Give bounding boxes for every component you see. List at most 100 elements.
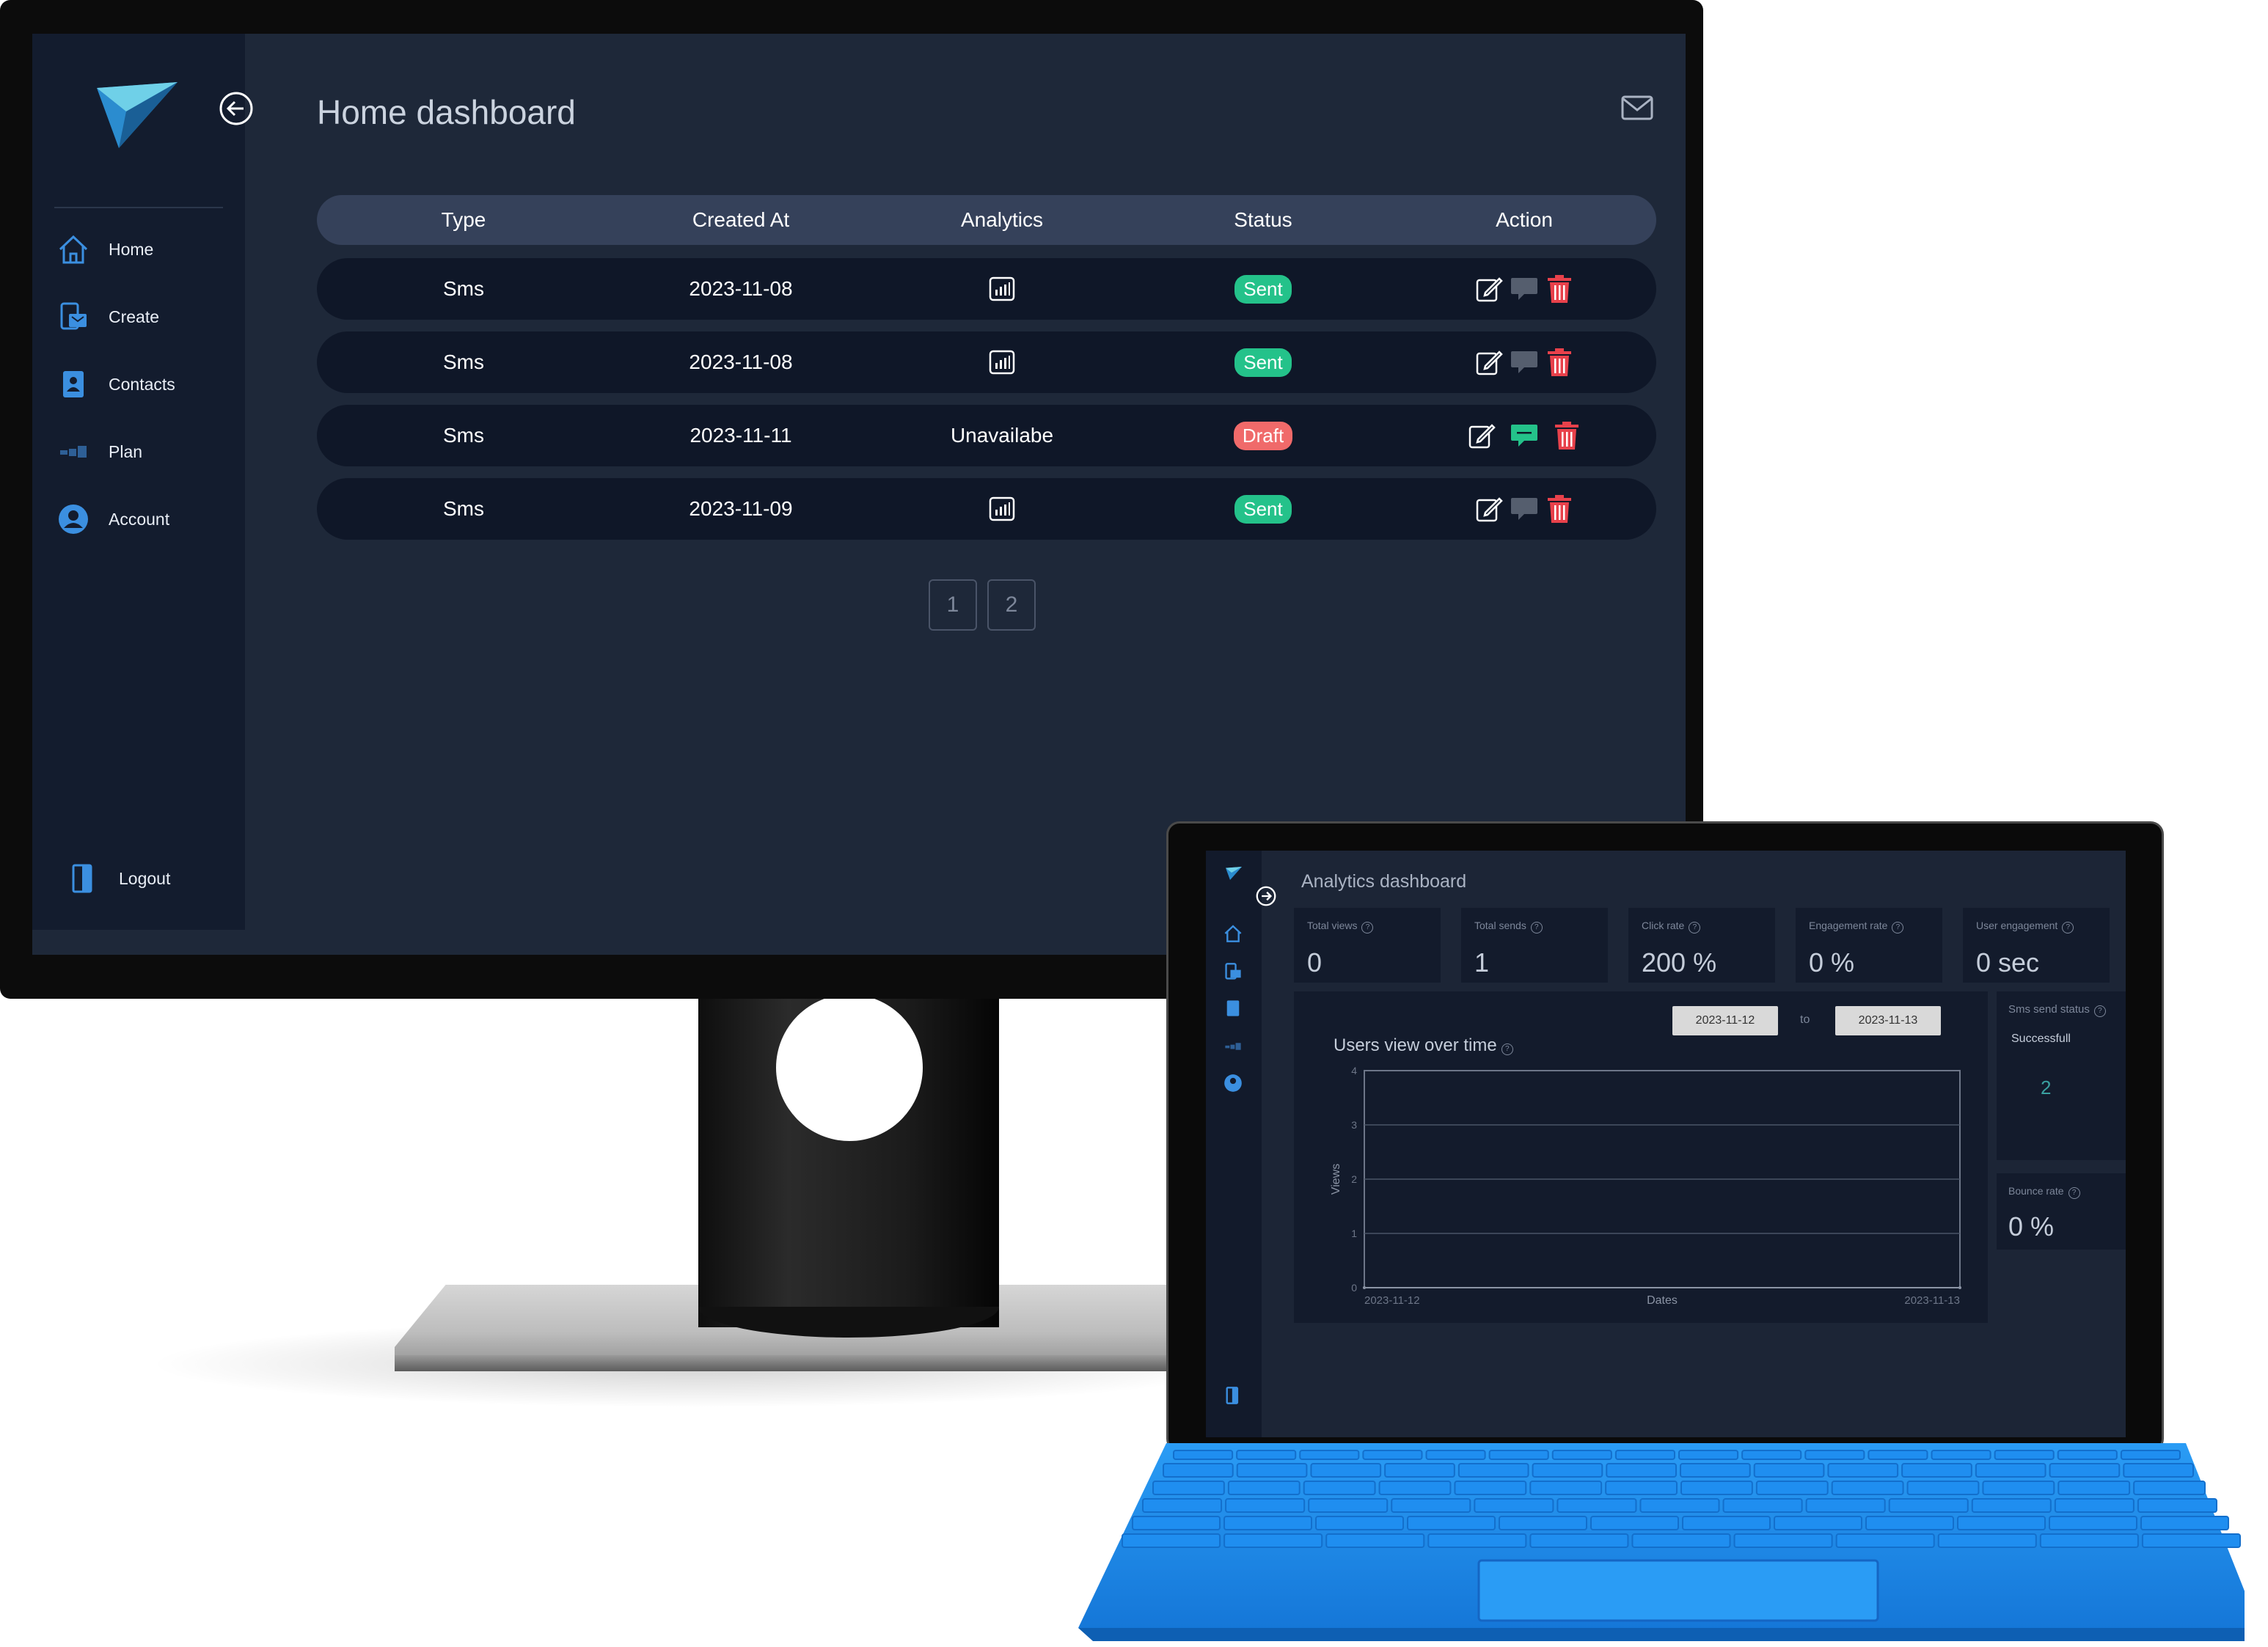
sidebar-item-home[interactable]: Home <box>56 227 232 271</box>
keyboard-key[interactable] <box>2120 1450 2181 1460</box>
keyboard-key[interactable] <box>1774 1516 1862 1530</box>
keyboard-key[interactable] <box>1427 1533 1527 1548</box>
keyboard-key[interactable] <box>1474 1498 1554 1513</box>
keyboard-key[interactable] <box>1378 1481 1452 1495</box>
keyboard-key[interactable] <box>1310 1463 1382 1478</box>
keyboard-key[interactable] <box>1315 1516 1404 1530</box>
help-icon[interactable]: ? <box>2062 922 2074 933</box>
keyboard-key[interactable] <box>1590 1516 1679 1530</box>
keyboard-key[interactable] <box>1303 1481 1376 1495</box>
sidebar-item-contacts[interactable]: Contacts <box>56 362 232 406</box>
keyboard-key[interactable] <box>2140 1516 2229 1530</box>
keyboard-key[interactable] <box>1529 1481 1603 1495</box>
keyboard-key[interactable] <box>2054 1498 2135 1513</box>
keyboard-key[interactable] <box>1982 1481 2055 1495</box>
keyboard-key[interactable] <box>1733 1533 1833 1548</box>
keyboard-key[interactable] <box>1831 1481 1904 1495</box>
delete-icon[interactable] <box>1545 348 1574 377</box>
keyboard-key[interactable] <box>1868 1450 1928 1460</box>
collapse-sidebar-back-icon[interactable] <box>219 91 254 126</box>
keyboard-key[interactable] <box>1488 1450 1549 1460</box>
edit-icon[interactable] <box>1474 494 1504 524</box>
keyboard-key[interactable] <box>1937 1533 2037 1548</box>
keyboard-key[interactable] <box>1680 1481 1753 1495</box>
account-icon[interactable] <box>1223 1074 1243 1093</box>
trackpad[interactable] <box>1477 1559 1879 1622</box>
keyboard-key[interactable] <box>1529 1533 1629 1548</box>
keyboard-key[interactable] <box>2141 1533 2241 1548</box>
help-icon[interactable]: ? <box>1530 922 1543 933</box>
keyboard-key[interactable] <box>1901 1463 1972 1478</box>
page-button-2[interactable]: 2 <box>987 579 1036 631</box>
keyboard-key[interactable] <box>1225 1498 1306 1513</box>
keyboard-key[interactable] <box>1407 1516 1496 1530</box>
keyboard-key[interactable] <box>1957 1516 2046 1530</box>
keyboard-key[interactable] <box>2133 1481 2206 1495</box>
keyboard-key[interactable] <box>1639 1498 1720 1513</box>
keyboard-key[interactable] <box>2049 1463 2121 1478</box>
delete-icon[interactable] <box>1545 274 1574 304</box>
keyboard-key[interactable] <box>1325 1533 1425 1548</box>
logout-icon[interactable] <box>1223 1386 1243 1405</box>
keyboard-key[interactable] <box>1499 1516 1587 1530</box>
keyboard-key[interactable] <box>1556 1498 1637 1513</box>
delete-icon[interactable] <box>1545 494 1574 524</box>
keyboard-key[interactable] <box>2049 1516 2137 1530</box>
keyboard-key[interactable] <box>1865 1516 1954 1530</box>
keyboard-key[interactable] <box>1827 1463 1899 1478</box>
keyboard-key[interactable] <box>1888 1498 1969 1513</box>
send-message-icon[interactable] <box>1510 421 1539 450</box>
keyboard-key[interactable] <box>2137 1498 2218 1513</box>
help-icon[interactable]: ? <box>1689 922 1701 933</box>
keyboard-key[interactable] <box>1223 1533 1323 1548</box>
keyboard-key[interactable] <box>1631 1533 1731 1548</box>
create-icon[interactable] <box>1223 962 1243 981</box>
keyboard-key[interactable] <box>1163 1463 1234 1478</box>
keyboard-key[interactable] <box>1682 1516 1771 1530</box>
edit-icon[interactable] <box>1474 274 1504 304</box>
keyboard-key[interactable] <box>1236 1463 1308 1478</box>
message-icon[interactable] <box>1510 274 1539 304</box>
keyboard-key[interactable] <box>1835 1533 1935 1548</box>
keyboard-key[interactable] <box>1971 1498 2052 1513</box>
keyboard-key[interactable] <box>1741 1450 1802 1460</box>
keyboard-key[interactable] <box>1755 1481 1829 1495</box>
keyboard-key[interactable] <box>1173 1450 1234 1460</box>
keyboard-key[interactable] <box>1425 1450 1486 1460</box>
keyboard-key[interactable] <box>1299 1450 1360 1460</box>
keyboard-key[interactable] <box>1680 1463 1751 1478</box>
keyboard-key[interactable] <box>1804 1450 1865 1460</box>
keyboard-key[interactable] <box>1722 1498 1803 1513</box>
keyboard-key[interactable] <box>1454 1481 1527 1495</box>
analytics-chart-icon[interactable] <box>989 350 1015 375</box>
mail-icon[interactable] <box>1621 95 1653 120</box>
message-icon[interactable] <box>1510 494 1539 524</box>
keyboard-key[interactable] <box>1532 1463 1603 1478</box>
logout-button[interactable]: Logout <box>66 861 170 896</box>
keyboard-key[interactable] <box>1457 1463 1529 1478</box>
keyboard-key[interactable] <box>1551 1450 1612 1460</box>
keyboard-key[interactable] <box>1227 1481 1301 1495</box>
expand-sidebar-icon[interactable] <box>1256 886 1276 906</box>
keyboard-key[interactable] <box>1606 1463 1677 1478</box>
delete-icon[interactable] <box>1552 421 1581 450</box>
analytics-chart-icon[interactable] <box>989 276 1015 301</box>
plan-icon[interactable] <box>1223 1037 1243 1056</box>
edit-icon[interactable] <box>1467 421 1496 450</box>
keyboard-key[interactable] <box>1753 1463 1825 1478</box>
keyboard-key[interactable] <box>1384 1463 1455 1478</box>
keyboard-key[interactable] <box>1906 1481 1980 1495</box>
keyboard-key[interactable] <box>1362 1450 1423 1460</box>
keyboard-key[interactable] <box>1308 1498 1389 1513</box>
keyboard-key[interactable] <box>1805 1498 1886 1513</box>
keyboard-key[interactable] <box>1223 1516 1312 1530</box>
keyboard-key[interactable] <box>1605 1481 1678 1495</box>
keyboard-key[interactable] <box>1931 1450 1991 1460</box>
home-icon[interactable] <box>1223 924 1243 943</box>
keyboard-key[interactable] <box>2057 1450 2118 1460</box>
keyboard-key[interactable] <box>1236 1450 1297 1460</box>
keyboard-key[interactable] <box>1142 1498 1223 1513</box>
help-icon[interactable]: ? <box>2093 1005 2106 1017</box>
sidebar-item-create[interactable]: Create <box>56 295 232 339</box>
help-icon[interactable]: ? <box>1361 922 1374 933</box>
